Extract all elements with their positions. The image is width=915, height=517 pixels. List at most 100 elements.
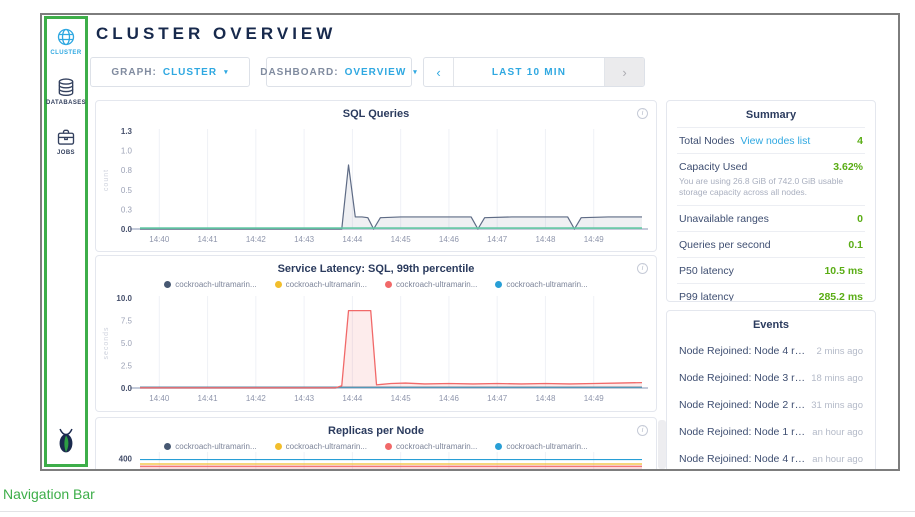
svg-text:14:42: 14:42 [246, 235, 267, 244]
svg-text:14:49: 14:49 [584, 394, 605, 403]
summary-row-unavailable-ranges: Unavailable ranges 0 [677, 205, 865, 231]
divider [0, 511, 915, 512]
event-row[interactable]: Node Rejoined: Node 3 rej... 18 mins ago [677, 364, 865, 391]
summary-row-queries-per-second: Queries per second 0.1 [677, 231, 865, 257]
row-label: P99 latency [679, 291, 734, 302]
sidebar-item-databases[interactable]: DATABASES [46, 77, 86, 106]
svg-text:14:43: 14:43 [294, 394, 315, 403]
row-value: 10.5 ms [824, 265, 863, 277]
svg-text:14:41: 14:41 [198, 394, 219, 403]
svg-text:14:45: 14:45 [391, 394, 412, 403]
svg-text:1.3: 1.3 [121, 127, 133, 136]
event-time: 2 mins ago [817, 346, 863, 357]
capacity-used-value: 3.62% [833, 161, 863, 173]
svg-text:5.0: 5.0 [121, 339, 133, 348]
charts-scrollbar[interactable] [658, 420, 666, 469]
time-range-control: ‹ LAST 10 MIN › [423, 57, 645, 87]
sidebar-label-cluster: CLUSTER [50, 50, 81, 56]
row-value: 0 [857, 213, 863, 225]
events-list: Node Rejoined: Node 4 rej...2 mins agoNo… [667, 337, 875, 471]
svg-text:14:45: 14:45 [391, 235, 412, 244]
sidebar-label-jobs: JOBS [57, 150, 75, 156]
event-row[interactable]: Node Rejoined: Node 4 rej... 2 mins ago [677, 337, 865, 364]
svg-text:0.3: 0.3 [121, 205, 133, 214]
total-nodes-value: 4 [857, 135, 863, 147]
row-value: 285.2 ms [819, 291, 863, 302]
event-text: Node Rejoined: Node 4 rej... [679, 345, 811, 357]
summary-title: Summary [667, 101, 875, 127]
svg-text:14:43: 14:43 [294, 235, 315, 244]
event-text: Node Rejoined: Node 1 rej... [679, 426, 806, 438]
summary-row-p99-latency: P99 latency 285.2 ms [677, 283, 865, 302]
summary-row-p50-latency: P50 latency 10.5 ms [677, 257, 865, 283]
dashboard-dropdown-label: DASHBOARD: [260, 67, 338, 78]
event-row[interactable]: Node Rejoined: Node 1 rej... an hour ago [677, 418, 865, 445]
svg-text:2.5: 2.5 [121, 362, 133, 371]
svg-text:14:46: 14:46 [439, 235, 460, 244]
total-nodes-label: Total Nodes [679, 135, 734, 147]
time-prev-button[interactable]: ‹ [424, 58, 454, 86]
svg-text:1.0: 1.0 [121, 147, 133, 156]
briefcase-icon [56, 127, 76, 147]
chart-canvas: 14:4014:4114:4214:4314:4414:4514:4614:47… [96, 101, 656, 251]
navigation-bar-annotation: Navigation Bar [3, 486, 95, 502]
dashboard-dropdown[interactable]: DASHBOARD: OVERVIEW ▾ [266, 57, 412, 87]
svg-text:count: count [103, 169, 110, 191]
svg-text:14:47: 14:47 [487, 394, 508, 403]
event-time: 18 mins ago [811, 373, 863, 384]
navigation-bar: CLUSTER DATABASES JOBS [44, 16, 88, 467]
svg-text:14:42: 14:42 [246, 394, 267, 403]
sidebar-item-jobs[interactable]: JOBS [56, 127, 76, 156]
svg-text:10.0: 10.0 [116, 294, 132, 303]
event-text: Node Rejoined: Node 4 rej... [679, 453, 806, 465]
event-time: an hour ago [812, 454, 863, 465]
svg-text:7.5: 7.5 [121, 317, 133, 326]
chart-canvas: 400 [96, 418, 656, 471]
svg-text:14:48: 14:48 [535, 394, 556, 403]
svg-text:0.5: 0.5 [121, 186, 133, 195]
svg-text:seconds: seconds [103, 326, 110, 359]
view-nodes-list-link[interactable]: View nodes list [740, 135, 810, 147]
svg-text:14:46: 14:46 [439, 394, 460, 403]
cockroachdb-logo[interactable] [55, 427, 77, 459]
event-text: Node Rejoined: Node 2 rej... [679, 399, 805, 411]
time-range-button[interactable]: LAST 10 MIN [454, 58, 604, 86]
event-row[interactable]: Node Rejoined: Node 2 rej... 31 mins ago [677, 391, 865, 418]
svg-text:400: 400 [119, 454, 133, 463]
svg-text:0.0: 0.0 [121, 225, 133, 234]
svg-text:0.8: 0.8 [121, 166, 133, 175]
database-icon [56, 77, 76, 97]
graph-dropdown-label: GRAPH: [111, 67, 156, 78]
svg-text:14:41: 14:41 [198, 235, 219, 244]
summary-row-capacity: Capacity Used 3.62% You are using 26.8 G… [677, 153, 865, 205]
svg-text:0.0: 0.0 [121, 384, 133, 393]
events-title: Events [667, 311, 875, 337]
time-next-button-disabled[interactable]: › [604, 58, 644, 86]
event-time: an hour ago [812, 427, 863, 438]
sidebar-item-cluster[interactable]: CLUSTER [50, 27, 81, 56]
row-label: P50 latency [679, 265, 734, 277]
globe-icon [56, 27, 76, 47]
svg-text:14:40: 14:40 [149, 235, 170, 244]
capacity-used-label: Capacity Used [679, 161, 747, 173]
graph-dropdown[interactable]: GRAPH: CLUSTER ▾ [90, 57, 250, 87]
sidebar-label-databases: DATABASES [46, 100, 86, 106]
svg-text:14:44: 14:44 [342, 394, 363, 403]
row-label: Queries per second [679, 239, 771, 251]
event-text: Node Rejoined: Node 3 rej... [679, 372, 805, 384]
events-panel: Events Node Rejoined: Node 4 rej... 2 min… [666, 310, 876, 471]
sql-queries-chart-card: SQL Queries i 14:4014:4114:4214:4314:441… [95, 100, 657, 252]
svg-text:14:49: 14:49 [584, 235, 605, 244]
svg-text:14:47: 14:47 [487, 235, 508, 244]
capacity-note: You are using 26.8 GiB of 742.0 GiB usab… [679, 176, 863, 199]
chevron-down-icon: ▾ [413, 68, 418, 76]
cockroach-icon [55, 427, 77, 454]
graph-dropdown-value: CLUSTER [163, 67, 217, 78]
summary-row-total-nodes: Total Nodes View nodes list 4 [677, 127, 865, 153]
event-time: 31 mins ago [811, 400, 863, 411]
chevron-down-icon: ▾ [224, 68, 229, 76]
chart-canvas: 14:4014:4114:4214:4314:4414:4514:4614:47… [96, 256, 656, 411]
event-row[interactable]: Node Rejoined: Node 4 rej... an hour ago [677, 445, 865, 471]
row-label: Unavailable ranges [679, 213, 769, 225]
row-value: 0.1 [848, 239, 863, 251]
